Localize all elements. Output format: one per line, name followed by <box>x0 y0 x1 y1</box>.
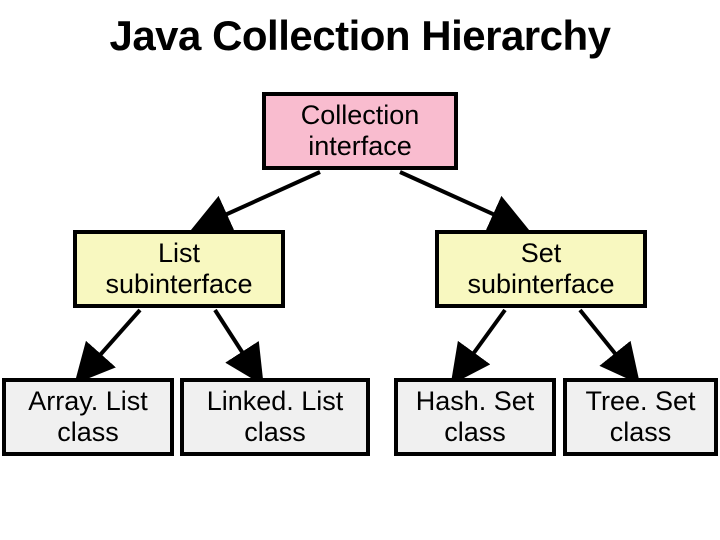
node-list-line2: subinterface <box>77 269 281 300</box>
arrow-root-list <box>205 172 320 224</box>
node-hashset-line1: Hash. Set <box>398 386 552 417</box>
node-linkedlist-line2: class <box>184 417 366 448</box>
node-set: Set subinterface <box>435 230 647 308</box>
node-set-line2: subinterface <box>439 269 643 300</box>
arrow-set-hashset <box>460 310 505 372</box>
arrow-root-set <box>400 172 515 224</box>
node-list-line1: List <box>77 238 281 269</box>
node-collection-line2: interface <box>266 131 454 162</box>
node-list: List subinterface <box>73 230 285 308</box>
node-arraylist-line2: class <box>6 417 170 448</box>
node-linkedlist: Linked. List class <box>180 378 370 456</box>
node-arraylist-line1: Array. List <box>6 386 170 417</box>
node-hashset-line2: class <box>398 417 552 448</box>
node-linkedlist-line1: Linked. List <box>184 386 366 417</box>
page-title: Java Collection Hierarchy <box>0 0 720 78</box>
node-collection-line1: Collection <box>266 100 454 131</box>
node-hashset: Hash. Set class <box>394 378 556 456</box>
hierarchy-stage: Collection interface List subinterface S… <box>0 78 720 518</box>
node-collection: Collection interface <box>262 92 458 170</box>
arrow-list-linkedlist <box>215 310 255 372</box>
node-treeset: Tree. Set class <box>563 378 718 456</box>
node-treeset-line2: class <box>567 417 714 448</box>
node-treeset-line1: Tree. Set <box>567 386 714 417</box>
arrow-list-arraylist <box>85 310 140 372</box>
node-arraylist: Array. List class <box>2 378 174 456</box>
node-set-line1: Set <box>439 238 643 269</box>
arrow-set-treeset <box>580 310 630 372</box>
